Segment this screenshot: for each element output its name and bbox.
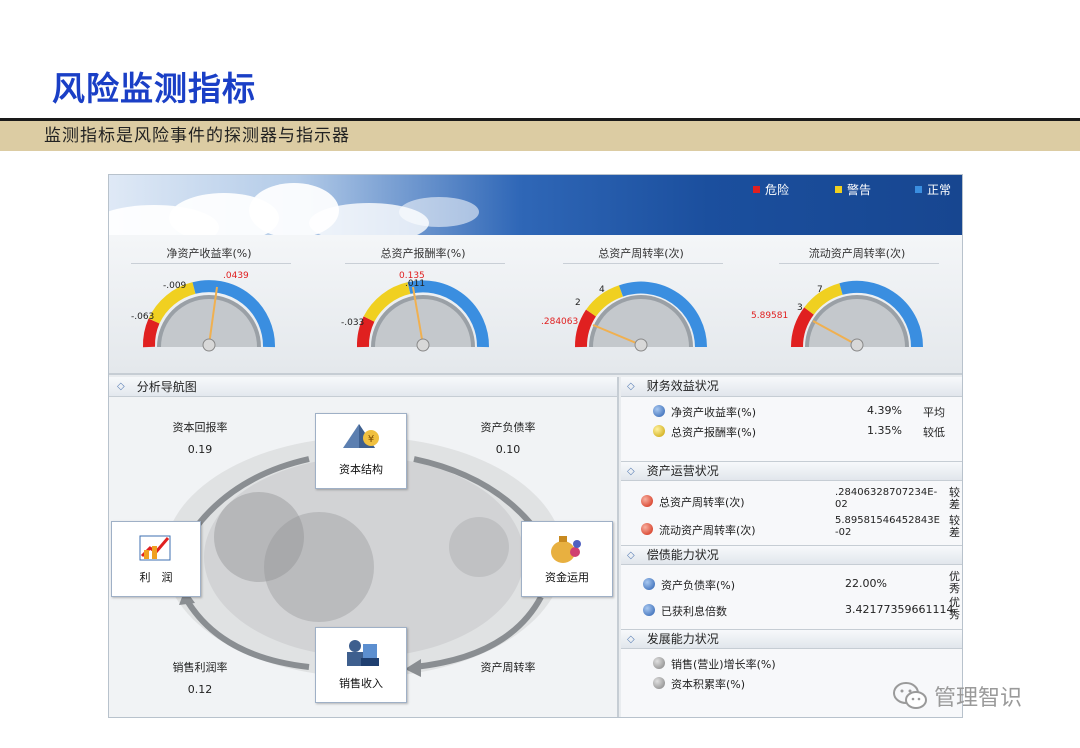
normal-status-icon: [653, 405, 665, 417]
status-row: 资产负债率(%) 22.00% 优秀: [621, 571, 962, 597]
normal-status-icon: [643, 578, 655, 590]
header-banner: 危险 警告 正常: [109, 175, 962, 235]
diamond-icon: ◇: [627, 549, 635, 561]
diamond-icon: ◇: [627, 465, 635, 477]
diamond-icon: ◇: [627, 381, 635, 392]
metric-asset-turnover: 资产周转率: [480, 661, 536, 674]
metric-debt-ratio: 资产负债率 0.10: [480, 421, 536, 456]
status-row: 已获利息倍数 3.42177359661114 优秀: [621, 597, 962, 625]
gauge-current-asset-turnover: 流动资产周转率(次) 3 7 5.89581: [751, 235, 957, 375]
warning-status-icon: [653, 425, 665, 437]
normal-swatch-icon: [915, 186, 922, 193]
status-row: 净资产收益率(%) 4.39% 平均: [621, 403, 962, 423]
node-sales-income[interactable]: 销售收入: [315, 627, 407, 703]
status-row: 流动资产周转率(次) 5.89581546452843E-02 较差: [621, 515, 962, 541]
section-asset-operation[interactable]: ◇ 资产运营状况: [621, 461, 962, 481]
analysis-nav-header: ◇ 分析导航图: [109, 377, 617, 397]
legend-normal: 正常: [915, 181, 951, 198]
slide-title: 风险监测指标: [52, 69, 256, 108]
wechat-icon: [893, 682, 927, 709]
danger-status-icon: [641, 495, 653, 507]
danger-status-icon: [641, 523, 653, 535]
danger-swatch-icon: [753, 186, 760, 193]
svg-text:¥: ¥: [368, 434, 374, 445]
gauge-asset-turnover: 总资产周转率(次) 2 4 .284063: [541, 235, 741, 375]
warning-swatch-icon: [835, 186, 842, 193]
status-panel: ◇ 财务效益状况 净资产收益率(%) 4.39% 平均 总资产报酬率(%) 1.…: [621, 377, 962, 717]
node-profit[interactable]: 利 润: [111, 521, 201, 597]
legend-warning: 警告: [835, 181, 871, 198]
pyramid-icon: ¥: [343, 424, 379, 448]
gauge-roe: 净资产收益率(%) -.063 -.009 .0439: [109, 235, 309, 375]
neutral-status-icon: [653, 677, 665, 689]
status-row: 总资产报酬率(%) 1.35% 较低: [621, 423, 962, 443]
gauge-roa: 总资产报酬率(%) -.033 .011 0.135: [323, 235, 523, 375]
profit-chart-icon: [139, 535, 171, 561]
node-capital-structure[interactable]: ¥ 资本结构: [315, 413, 407, 489]
cashier-icon: [347, 640, 379, 666]
neutral-status-icon: [653, 657, 665, 669]
diamond-icon: ◇: [627, 633, 635, 645]
watermark: 管理智识: [892, 680, 1022, 712]
node-fund-use[interactable]: 资金运用: [521, 521, 613, 597]
analysis-nav-panel: ◇ 分析导航图 资本回报率 0.19 资产负债率 0.10 销售利润率 0.12…: [109, 377, 619, 717]
legend-danger: 危险: [753, 181, 789, 198]
section-solvency[interactable]: ◇ 偿债能力状况: [621, 545, 962, 565]
risk-monitor-window: 危险 警告 正常 净资产收益率(%) -.063 -.009 .0439 总资产…: [108, 174, 963, 718]
status-row: 总资产周转率(次) .28406328707234E-02 较差: [621, 487, 962, 513]
normal-status-icon: [643, 604, 655, 616]
section-development[interactable]: ◇ 发展能力状况: [621, 629, 962, 649]
metric-profit-margin: 销售利润率 0.12: [172, 661, 228, 696]
metric-return-on-capital: 资本回报率 0.19: [172, 421, 228, 456]
section-financial-benefit[interactable]: ◇ 财务效益状况: [621, 377, 962, 397]
gauge-strip: 净资产收益率(%) -.063 -.009 .0439 总资产报酬率(%) -.…: [109, 235, 962, 375]
money-bag-icon: [551, 536, 581, 563]
status-row: 销售(营业)增长率(%): [621, 655, 962, 675]
diamond-icon: ◇: [117, 380, 125, 392]
slide-subtitle: 监测指标是风险事件的探测器与指示器: [0, 121, 1080, 151]
